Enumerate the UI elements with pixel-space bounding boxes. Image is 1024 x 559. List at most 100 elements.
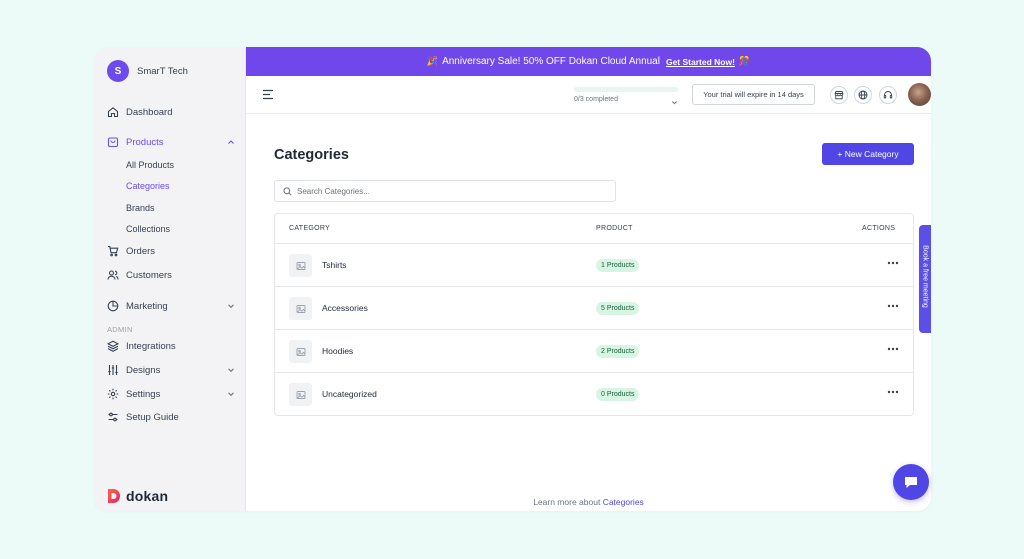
store-icon: [834, 91, 844, 100]
row-actions-button[interactable]: [886, 257, 900, 269]
sidebar-sub-brands[interactable]: Brands: [126, 203, 155, 213]
sidebar-sub-all-products[interactable]: All Products: [126, 160, 174, 170]
image-placeholder-icon: [296, 304, 305, 313]
store-avatar: S: [107, 60, 129, 82]
app-window: S SmarT Tech Dashboard Products All Prod…: [94, 47, 931, 511]
user-avatar[interactable]: [908, 83, 931, 106]
product-count-badge: 0 Products: [596, 388, 640, 401]
more-horizontal-icon: [887, 390, 899, 394]
category-thumbnail: [289, 254, 312, 277]
table-row[interactable]: Accessories 5 Products: [275, 287, 913, 330]
more-horizontal-icon: [887, 347, 899, 351]
product-count-badge: 5 Products: [596, 302, 640, 315]
category-name[interactable]: Tshirts: [322, 260, 347, 270]
dokan-logo: dokan: [107, 488, 168, 504]
book-meeting-tab[interactable]: Book a free meeting: [919, 225, 931, 333]
pie-chart-icon: [107, 300, 119, 312]
chat-launcher-button[interactable]: [893, 464, 929, 500]
new-category-button[interactable]: + New Category: [822, 143, 914, 165]
product-count-badge: 2 Products: [596, 345, 640, 358]
search-input[interactable]: [297, 181, 607, 201]
sidebar-item-label: Integrations: [126, 340, 176, 352]
table-row[interactable]: Tshirts 1 Products: [275, 244, 913, 287]
menu-icon[interactable]: [262, 89, 274, 100]
product-count-badge: 1 Products: [596, 259, 640, 272]
sidebar-item-label: Orders: [126, 245, 156, 257]
sidebar-item-integrations[interactable]: Integrations: [107, 338, 176, 354]
setup-progress[interactable]: 0/3 completed: [574, 87, 678, 105]
progress-text: 0/3 completed: [574, 96, 618, 103]
sidebar-sub-collections[interactable]: Collections: [126, 224, 170, 234]
language-button[interactable]: [854, 86, 872, 104]
sidebar-item-products[interactable]: Products: [107, 134, 164, 150]
category-name[interactable]: Hoodies: [322, 346, 353, 356]
table-header: CATEGORY PRODUCT ACTIONS: [275, 214, 913, 244]
gear-icon: [107, 388, 119, 400]
topbar: 0/3 completed Your trial will expire in …: [246, 76, 931, 114]
search-icon: [283, 187, 292, 196]
users-icon: [107, 270, 119, 280]
chat-bubble-icon: [905, 477, 917, 488]
book-meeting-label: Book a free meeting: [921, 245, 929, 308]
chevron-down-icon[interactable]: [227, 302, 235, 310]
store-button[interactable]: [830, 86, 848, 104]
column-header-product: PRODUCT: [596, 225, 633, 232]
table-row[interactable]: Hoodies 2 Products: [275, 330, 913, 373]
headset-icon: [883, 91, 893, 99]
category-name[interactable]: Uncategorized: [322, 389, 377, 399]
learn-more-link[interactable]: Categories: [603, 497, 644, 507]
sidebar-item-marketing[interactable]: Marketing: [107, 298, 168, 314]
party-emoji: 🎉: [426, 56, 439, 66]
sidebar-item-orders[interactable]: Orders: [107, 243, 155, 259]
toggle-settings-icon: [108, 412, 118, 422]
sliders-icon: [108, 365, 118, 375]
dokan-logo-icon: [108, 489, 120, 503]
category-thumbnail: [289, 383, 312, 406]
more-horizontal-icon: [887, 261, 899, 265]
chevron-down-icon[interactable]: [227, 390, 235, 398]
row-actions-button[interactable]: [886, 386, 900, 398]
sidebar-item-label: Setup Guide: [126, 411, 179, 423]
category-thumbnail: [289, 340, 312, 363]
page-title: Categories: [274, 147, 349, 163]
sidebar-item-settings[interactable]: Settings: [107, 386, 160, 402]
chevron-down-icon: [671, 101, 678, 105]
home-icon: [107, 107, 119, 118]
trial-expiry-button[interactable]: Your trial will expire in 14 days: [692, 84, 815, 105]
column-header-category: CATEGORY: [289, 225, 331, 232]
search-box: [274, 180, 616, 202]
promo-cta-link[interactable]: Get Started Now!: [666, 57, 735, 67]
progress-bar: [574, 87, 678, 92]
table-row[interactable]: Uncategorized 0 Products: [275, 373, 913, 416]
row-actions-button[interactable]: [886, 300, 900, 312]
more-horizontal-icon: [887, 304, 899, 308]
sidebar-item-dashboard[interactable]: Dashboard: [107, 104, 172, 120]
image-placeholder-icon: [296, 390, 305, 399]
sidebar-sub-categories[interactable]: Categories: [126, 181, 170, 191]
category-thumbnail: [289, 297, 312, 320]
sidebar-item-setup-guide[interactable]: Setup Guide: [107, 409, 179, 425]
sidebar-item-customers[interactable]: Customers: [107, 267, 172, 283]
shopping-bag-icon: [107, 137, 119, 148]
globe-icon: [858, 90, 868, 100]
sidebar-item-designs[interactable]: Designs: [107, 362, 160, 378]
promo-text: Anniversary Sale! 50% OFF Dokan Cloud An…: [442, 56, 660, 67]
learn-more: Learn more about Categories: [246, 497, 931, 507]
sidebar-item-label: Dashboard: [126, 106, 173, 118]
main-content: Categories + New Category CATEGORY PRODU…: [246, 114, 931, 511]
row-actions-button[interactable]: [886, 343, 900, 355]
sidebar-item-label: Designs: [126, 364, 161, 376]
layers-icon: [107, 340, 119, 352]
sidebar-item-label: Customers: [126, 269, 172, 281]
sidebar-item-label: Products: [126, 136, 164, 148]
category-name[interactable]: Accessories: [322, 303, 368, 313]
image-placeholder-icon: [296, 261, 305, 270]
store-switcher[interactable]: S SmarT Tech: [107, 60, 188, 82]
admin-section-label: ADMIN: [107, 325, 133, 334]
confetti-emoji: 🎊: [738, 56, 751, 66]
chevron-up-icon[interactable]: [227, 138, 235, 146]
sidebar-item-label: Settings: [126, 388, 161, 400]
support-button[interactable]: [879, 86, 897, 104]
chevron-down-icon[interactable]: [227, 366, 235, 374]
image-placeholder-icon: [296, 347, 305, 356]
